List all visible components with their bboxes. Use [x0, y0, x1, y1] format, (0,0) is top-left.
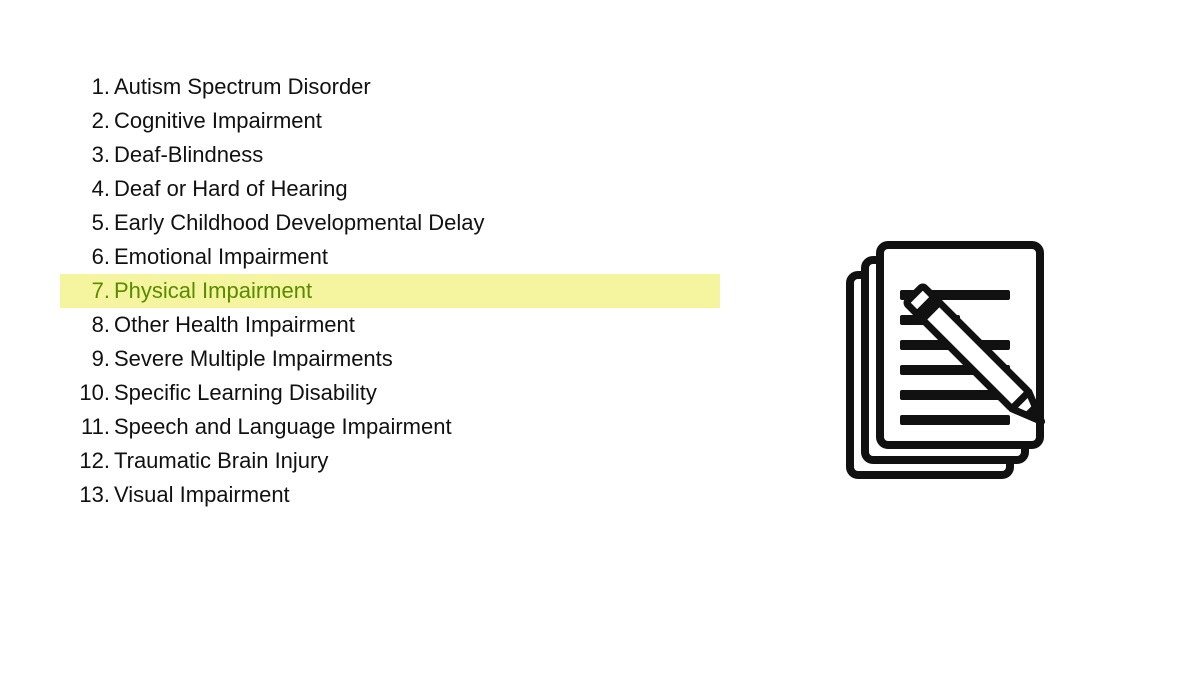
list-item-number: 6.: [60, 244, 110, 270]
list-item-number: 1.: [60, 74, 110, 100]
list-item: 2.Cognitive Impairment: [60, 104, 720, 138]
content-area: 1.Autism Spectrum Disorder2.Cognitive Im…: [60, 70, 1140, 660]
list-item-number: 4.: [60, 176, 110, 202]
list-item-label: Autism Spectrum Disorder: [114, 74, 371, 100]
list-item-number: 13.: [60, 482, 110, 508]
list-item-label: Speech and Language Impairment: [114, 414, 452, 440]
list-item-label: Visual Impairment: [114, 482, 290, 508]
list-item: 5.Early Childhood Developmental Delay: [60, 206, 720, 240]
list-item-label: Traumatic Brain Injury: [114, 448, 328, 474]
list-item-label: Specific Learning Disability: [114, 380, 377, 406]
list-item-number: 12.: [60, 448, 110, 474]
list-item: 12.Traumatic Brain Injury: [60, 444, 720, 478]
list-item-label: Deaf or Hard of Hearing: [114, 176, 348, 202]
list-item: 8.Other Health Impairment: [60, 308, 720, 342]
list-item-number: 7.: [60, 278, 110, 304]
list-item: 11.Speech and Language Impairment: [60, 410, 720, 444]
disability-list-section: 1.Autism Spectrum Disorder2.Cognitive Im…: [60, 70, 760, 660]
list-item-number: 2.: [60, 108, 110, 134]
document-pencil-icon: [790, 215, 1110, 535]
list-item-label: Emotional Impairment: [114, 244, 328, 270]
list-item: 6.Emotional Impairment: [60, 240, 720, 274]
list-item-number: 9.: [60, 346, 110, 372]
list-item: 10.Specific Learning Disability: [60, 376, 720, 410]
list-item-number: 10.: [60, 380, 110, 406]
icon-section: [760, 70, 1140, 660]
list-item-number: 5.: [60, 210, 110, 236]
list-item: 13.Visual Impairment: [60, 478, 720, 512]
list-item-label: Physical Impairment: [114, 278, 312, 304]
page-container: 1.Autism Spectrum Disorder2.Cognitive Im…: [0, 0, 1200, 700]
list-item: 3.Deaf-Blindness: [60, 138, 720, 172]
list-item-label: Severe Multiple Impairments: [114, 346, 393, 372]
list-item: 7.Physical Impairment: [60, 274, 720, 308]
disability-list: 1.Autism Spectrum Disorder2.Cognitive Im…: [60, 70, 720, 512]
list-item-label: Cognitive Impairment: [114, 108, 322, 134]
list-item-label: Deaf-Blindness: [114, 142, 263, 168]
list-item-number: 11.: [60, 414, 110, 440]
list-item: 1.Autism Spectrum Disorder: [60, 70, 720, 104]
list-item-label: Other Health Impairment: [114, 312, 355, 338]
list-item: 4.Deaf or Hard of Hearing: [60, 172, 720, 206]
list-item: 9.Severe Multiple Impairments: [60, 342, 720, 376]
list-item-number: 8.: [60, 312, 110, 338]
list-item-label: Early Childhood Developmental Delay: [114, 210, 485, 236]
list-item-number: 3.: [60, 142, 110, 168]
